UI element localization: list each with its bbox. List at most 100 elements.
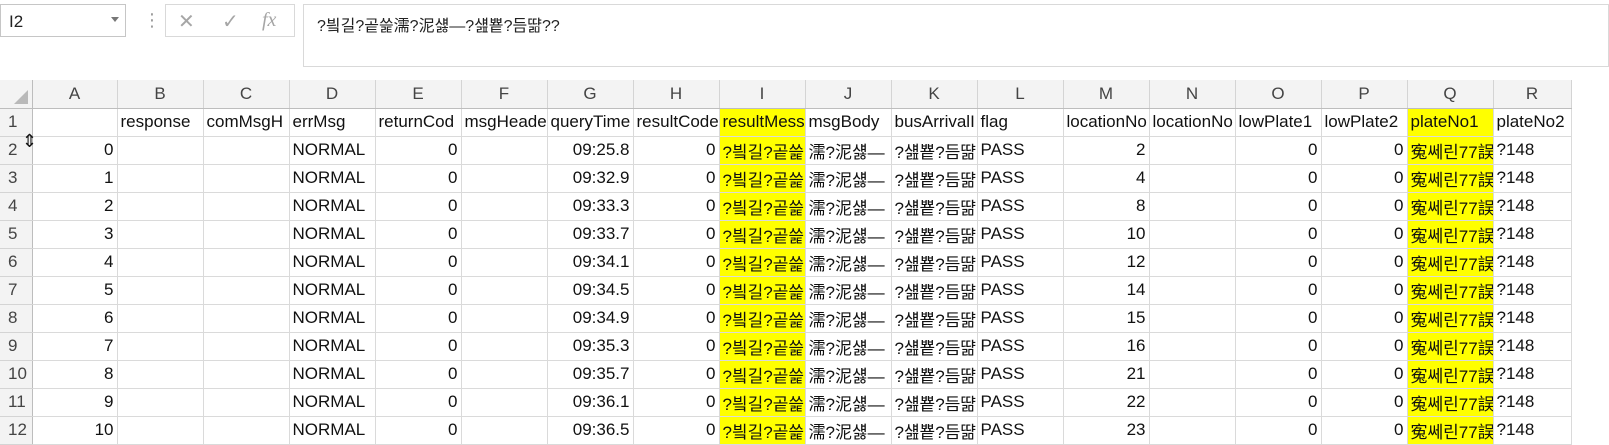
column-header-f[interactable]: F — [461, 80, 548, 109]
cell-l[interactable]: PASS — [977, 248, 1064, 277]
row-header[interactable]: 4 — [0, 192, 33, 221]
cell-d[interactable]: NORMAL — [289, 248, 376, 277]
spreadsheet-grid[interactable]: ABCDEFGHIJKLMNOPQR 1 response comMsgH errMs… — [0, 80, 1572, 445]
cell-e[interactable]: 0 — [375, 416, 462, 445]
name-box[interactable]: I2 — [0, 4, 126, 37]
row-header[interactable]: 12 — [0, 416, 33, 445]
cell-g[interactable]: 09:36.1 — [547, 388, 634, 417]
cell-k[interactable]: ?섎뿉?듬땲 — [891, 388, 978, 417]
cell-i[interactable]: ?빀길?곹쓽 — [719, 416, 806, 445]
cell-j[interactable]: msgBody — [805, 108, 892, 137]
cell-l[interactable]: flag — [977, 108, 1064, 137]
cell-m[interactable]: 16 — [1063, 332, 1150, 361]
cell-a[interactable]: 3 — [32, 220, 118, 249]
cell-g[interactable]: 09:36.5 — [547, 416, 634, 445]
cell-f[interactable] — [461, 136, 548, 165]
cell-g[interactable]: 09:35.7 — [547, 360, 634, 389]
cell-h[interactable]: 0 — [633, 388, 720, 417]
cell-d[interactable]: NORMAL — [289, 220, 376, 249]
cell-d[interactable]: NORMAL — [289, 276, 376, 305]
cell-m[interactable]: 14 — [1063, 276, 1150, 305]
cell-c[interactable] — [203, 304, 290, 333]
cell-l[interactable]: PASS — [977, 388, 1064, 417]
cell-q[interactable]: 寃쎄린77誤 — [1407, 360, 1494, 389]
cell-i[interactable]: ?빀길?곹쓽 — [719, 192, 806, 221]
cell-n[interactable] — [1149, 304, 1236, 333]
cell-i[interactable]: ?빀길?곹쓽 — [719, 388, 806, 417]
cell-i[interactable]: ?빀길?곹쓽 — [719, 304, 806, 333]
cell-r[interactable]: ?148 — [1493, 276, 1572, 305]
cell-a[interactable]: 1 — [32, 164, 118, 193]
cell-f[interactable] — [461, 164, 548, 193]
cell-o[interactable]: 0 — [1235, 332, 1322, 361]
cell-l[interactable]: PASS — [977, 220, 1064, 249]
cell-p[interactable]: lowPlate2 — [1321, 108, 1408, 137]
cell-j[interactable]: 濡?泥섏— — [805, 388, 892, 417]
cell-n[interactable] — [1149, 416, 1236, 445]
cell-q[interactable]: 寃쎄린77誤 — [1407, 332, 1494, 361]
cell-r[interactable]: ?148 — [1493, 416, 1572, 445]
cell-a[interactable]: 6 — [32, 304, 118, 333]
cell-c[interactable] — [203, 248, 290, 277]
cell-d[interactable]: NORMAL — [289, 304, 376, 333]
cell-a[interactable]: 2 — [32, 192, 118, 221]
column-header-d[interactable]: D — [289, 80, 376, 109]
cell-l[interactable]: PASS — [977, 360, 1064, 389]
cell-i[interactable]: ?빀길?곹쓽 — [719, 248, 806, 277]
cell-i[interactable]: ?빀길?곹쓽 — [719, 360, 806, 389]
cell-c[interactable] — [203, 192, 290, 221]
cell-g[interactable]: 09:35.3 — [547, 332, 634, 361]
row-header[interactable]: 6 — [0, 248, 33, 277]
cell-q[interactable]: 寃쎄린77誤 — [1407, 416, 1494, 445]
cell-q[interactable]: 寃쎄린77誤 — [1407, 276, 1494, 305]
cell-a[interactable]: 5 — [32, 276, 118, 305]
cell-h[interactable]: 0 — [633, 304, 720, 333]
cell-j[interactable]: 濡?泥섏— — [805, 276, 892, 305]
cell-k[interactable]: ?섎뿉?듬땲 — [891, 360, 978, 389]
cell-n[interactable] — [1149, 332, 1236, 361]
cell-j[interactable]: 濡?泥섏— — [805, 164, 892, 193]
cell-p[interactable]: 0 — [1321, 248, 1408, 277]
cell-f[interactable] — [461, 192, 548, 221]
cell-e[interactable]: 0 — [375, 192, 462, 221]
column-header-n[interactable]: N — [1149, 80, 1236, 109]
column-header-h[interactable]: H — [633, 80, 720, 109]
cell-h[interactable]: 0 — [633, 136, 720, 165]
cell-k[interactable]: ?섎뿉?듬땲 — [891, 136, 978, 165]
drag-handle-icon[interactable]: ⋮ — [143, 10, 161, 31]
cell-a[interactable]: 9 — [32, 388, 118, 417]
cell-j[interactable]: 濡?泥섏— — [805, 304, 892, 333]
cell-n[interactable] — [1149, 136, 1236, 165]
cell-h[interactable]: 0 — [633, 164, 720, 193]
cell-k[interactable]: busArrivalI — [891, 108, 978, 137]
cell-i[interactable]: ?빀길?곹쓽 — [719, 276, 806, 305]
cell-b[interactable] — [117, 164, 204, 193]
cell-m[interactable]: 12 — [1063, 248, 1150, 277]
cell-b[interactable] — [117, 220, 204, 249]
cell-b[interactable] — [117, 416, 204, 445]
cell-n[interactable] — [1149, 164, 1236, 193]
cell-o[interactable]: 0 — [1235, 248, 1322, 277]
cell-b[interactable] — [117, 332, 204, 361]
cell-q[interactable]: 寃쎄린77誤 — [1407, 136, 1494, 165]
cell-l[interactable]: PASS — [977, 332, 1064, 361]
cell-o[interactable]: 0 — [1235, 220, 1322, 249]
cell-h[interactable]: 0 — [633, 276, 720, 305]
cell-f[interactable] — [461, 416, 548, 445]
cell-e[interactable]: 0 — [375, 220, 462, 249]
row-header[interactable]: 10 — [0, 360, 33, 389]
cell-l[interactable]: PASS — [977, 164, 1064, 193]
cell-r[interactable]: ?148 — [1493, 248, 1572, 277]
cell-k[interactable]: ?섎뿉?듬땲 — [891, 416, 978, 445]
cell-a[interactable]: 0 — [32, 136, 118, 165]
cell-p[interactable]: 0 — [1321, 360, 1408, 389]
cell-o[interactable]: 0 — [1235, 416, 1322, 445]
cell-q[interactable]: 寃쎄린77誤 — [1407, 248, 1494, 277]
cell-q[interactable]: plateNo1 — [1407, 108, 1494, 137]
cell-k[interactable]: ?섎뿉?듬땲 — [891, 164, 978, 193]
cell-c[interactable] — [203, 276, 290, 305]
cell-q[interactable]: 寃쎄린77誤 — [1407, 192, 1494, 221]
cell-i[interactable]: ?빀길?곹쓽 — [719, 136, 806, 165]
cell-o[interactable]: 0 — [1235, 360, 1322, 389]
cell-m[interactable]: 15 — [1063, 304, 1150, 333]
